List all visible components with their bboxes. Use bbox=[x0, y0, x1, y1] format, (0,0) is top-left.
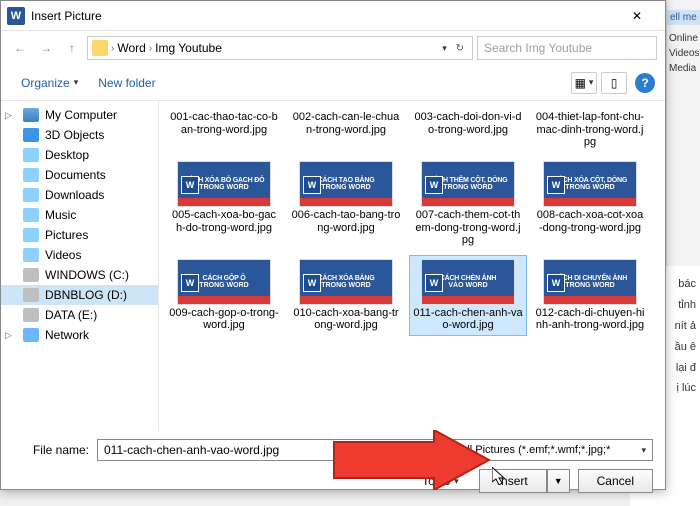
cancel-button[interactable]: Cancel bbox=[578, 469, 653, 493]
insert-picture-dialog: W Insert Picture ✕ ← → ↑ › Word › Img Yo… bbox=[0, 0, 666, 490]
sidebar-item[interactable]: Pictures bbox=[1, 225, 158, 245]
navigation-sidebar: ▷My Computer 3D Objects Desktop Documents Do… bbox=[1, 101, 159, 431]
file-name: 001-cac-thao-tac-co-ban-trong-word.jpg bbox=[169, 111, 279, 136]
filename-label: File name: bbox=[13, 443, 89, 457]
sidebar-label: Network bbox=[45, 328, 89, 342]
file-name: 006-cach-tao-bang-trong-word.jpg bbox=[291, 209, 401, 234]
dialog-title: Insert Picture bbox=[31, 9, 615, 23]
sidebar-icon bbox=[23, 288, 39, 302]
sidebar-label: WINDOWS (C:) bbox=[45, 268, 129, 282]
close-button[interactable]: ✕ bbox=[615, 1, 659, 31]
file-item[interactable]: 004-thiet-lap-font-chu-mac-dinh-trong-wo… bbox=[531, 105, 649, 153]
file-name: 005-cach-xoa-bo-gach-do-trong-word.jpg bbox=[169, 209, 279, 234]
sidebar-item[interactable]: WINDOWS (C:) bbox=[1, 265, 158, 285]
view-mode-button[interactable]: ▦ ▾ bbox=[571, 72, 597, 94]
sidebar-label: Videos bbox=[45, 248, 81, 262]
breadcrumb[interactable]: › Word › Img Youtube ▾ ↻ bbox=[87, 36, 473, 60]
file-thumbnail: WCÁCH DI CHUYỂN ẢNHTRONG WORD bbox=[543, 259, 637, 305]
file-item[interactable]: 003-cach-doi-don-vi-do-trong-word.jpg bbox=[409, 105, 527, 153]
file-item[interactable]: WCÁCH CHÈN ẢNHVÀO WORD011-cach-chen-anh-… bbox=[409, 255, 527, 336]
folder-icon bbox=[92, 40, 108, 56]
sidebar-item[interactable]: ▷Network bbox=[1, 325, 158, 345]
sidebar-label: Downloads bbox=[45, 188, 104, 202]
file-item[interactable]: 001-cac-thao-tac-co-ban-trong-word.jpg bbox=[165, 105, 283, 153]
up-button[interactable]: ↑ bbox=[61, 37, 83, 59]
breadcrumb-segment[interactable]: Img Youtube bbox=[155, 41, 222, 55]
file-name: 002-cach-can-le-chuan-trong-word.jpg bbox=[291, 111, 401, 136]
file-item[interactable]: WCÁCH XÓA BẢNGTRONG WORD010-cach-xoa-ban… bbox=[287, 255, 405, 336]
sidebar-label: DATA (E:) bbox=[45, 308, 97, 322]
sidebar-item[interactable]: 3D Objects bbox=[1, 125, 158, 145]
file-name: 004-thiet-lap-font-chu-mac-dinh-trong-wo… bbox=[535, 111, 645, 149]
forward-button[interactable]: → bbox=[35, 37, 57, 59]
word-icon: W bbox=[7, 7, 25, 25]
sidebar-icon bbox=[23, 188, 39, 202]
file-name: 003-cach-doi-don-vi-do-trong-word.jpg bbox=[413, 111, 523, 136]
sidebar-label: DBNBLOG (D:) bbox=[45, 288, 127, 302]
file-name: 007-cach-them-cot-them-dong-trong-word.j… bbox=[413, 209, 523, 247]
address-bar: ← → ↑ › Word › Img Youtube ▾ ↻ Search Im… bbox=[1, 31, 665, 65]
file-thumbnail: WCÁCH THÊM CỘT, DÒNGTRONG WORD bbox=[421, 161, 515, 207]
sidebar-label: Documents bbox=[45, 168, 106, 182]
sidebar-label: 3D Objects bbox=[45, 128, 104, 142]
file-item[interactable]: 002-cach-can-le-chuan-trong-word.jpg bbox=[287, 105, 405, 153]
sidebar-icon bbox=[23, 148, 39, 162]
annotation-arrow bbox=[324, 430, 494, 490]
sidebar-item[interactable]: DBNBLOG (D:) bbox=[1, 285, 158, 305]
file-name: 011-cach-chen-anh-vao-word.jpg bbox=[413, 307, 523, 332]
file-name: 008-cach-xoa-cot-xoa-dong-trong-word.jpg bbox=[535, 209, 645, 234]
toolbar: Organize ▾ New folder ▦ ▾ ▯ ? bbox=[1, 65, 665, 101]
file-item[interactable]: WCÁCH THÊM CỘT, DÒNGTRONG WORD007-cach-t… bbox=[409, 157, 527, 251]
file-pane: 001-cac-thao-tac-co-ban-trong-word.jpg 00… bbox=[159, 101, 665, 431]
new-folder-button[interactable]: New folder bbox=[88, 72, 165, 94]
sidebar-item[interactable]: Desktop bbox=[1, 145, 158, 165]
sidebar-label: My Computer bbox=[45, 108, 117, 122]
sidebar-item[interactable]: Documents bbox=[1, 165, 158, 185]
file-item[interactable]: WCÁCH DI CHUYỂN ẢNHTRONG WORD012-cach-di… bbox=[531, 255, 649, 336]
file-item[interactable]: WCÁCH XÓA BỎ GẠCH ĐỎTRONG WORD005-cach-x… bbox=[165, 157, 283, 251]
file-thumbnail: WCÁCH XÓA CỘT, DÒNGTRONG WORD bbox=[543, 161, 637, 207]
sidebar-icon bbox=[23, 268, 39, 282]
file-name: 010-cach-xoa-bang-trong-word.jpg bbox=[291, 307, 401, 332]
help-button[interactable]: ? bbox=[635, 73, 655, 93]
file-name: 009-cach-gop-o-trong-word.jpg bbox=[169, 307, 279, 332]
sidebar-icon bbox=[23, 248, 39, 262]
insert-dropdown[interactable]: ▼ bbox=[547, 469, 570, 493]
file-item[interactable]: WCÁCH XÓA CỘT, DÒNGTRONG WORD008-cach-xo… bbox=[531, 157, 649, 251]
search-input[interactable]: Search Img Youtube bbox=[477, 36, 657, 60]
sidebar-label: Pictures bbox=[45, 228, 88, 242]
sidebar-item[interactable]: Videos bbox=[1, 245, 158, 265]
file-item[interactable]: WCÁCH TẠO BẢNGTRONG WORD006-cach-tao-ban… bbox=[287, 157, 405, 251]
sidebar-icon bbox=[23, 228, 39, 242]
preview-pane-button[interactable]: ▯ bbox=[601, 72, 627, 94]
sidebar-icon bbox=[23, 108, 39, 122]
breadcrumb-segment[interactable]: Word bbox=[117, 41, 145, 55]
sidebar-icon bbox=[23, 328, 39, 342]
sidebar-item[interactable]: Downloads bbox=[1, 185, 158, 205]
sidebar-label: Desktop bbox=[45, 148, 89, 162]
sidebar-item[interactable]: DATA (E:) bbox=[1, 305, 158, 325]
file-thumbnail: WCÁCH CHÈN ẢNHVÀO WORD bbox=[421, 259, 515, 305]
cursor-icon bbox=[492, 467, 510, 490]
file-item[interactable]: WCÁCH GỘP ÔTRONG WORD009-cach-gop-o-tron… bbox=[165, 255, 283, 336]
sidebar-item[interactable]: Music bbox=[1, 205, 158, 225]
file-thumbnail: WCÁCH XÓA BỎ GẠCH ĐỎTRONG WORD bbox=[177, 161, 271, 207]
file-name: 012-cach-di-chuyen-hinh-anh-trong-word.j… bbox=[535, 307, 645, 332]
organize-button[interactable]: Organize ▾ bbox=[11, 72, 88, 94]
sidebar-item[interactable]: ▷My Computer bbox=[1, 105, 158, 125]
sidebar-icon bbox=[23, 128, 39, 142]
sidebar-icon bbox=[23, 168, 39, 182]
sidebar-label: Music bbox=[45, 208, 76, 222]
sidebar-icon bbox=[23, 208, 39, 222]
back-button[interactable]: ← bbox=[9, 37, 31, 59]
file-thumbnail: WCÁCH XÓA BẢNGTRONG WORD bbox=[299, 259, 393, 305]
titlebar: W Insert Picture ✕ bbox=[1, 1, 665, 31]
sidebar-icon bbox=[23, 308, 39, 322]
file-thumbnail: WCÁCH TẠO BẢNGTRONG WORD bbox=[299, 161, 393, 207]
file-thumbnail: WCÁCH GỘP ÔTRONG WORD bbox=[177, 259, 271, 305]
